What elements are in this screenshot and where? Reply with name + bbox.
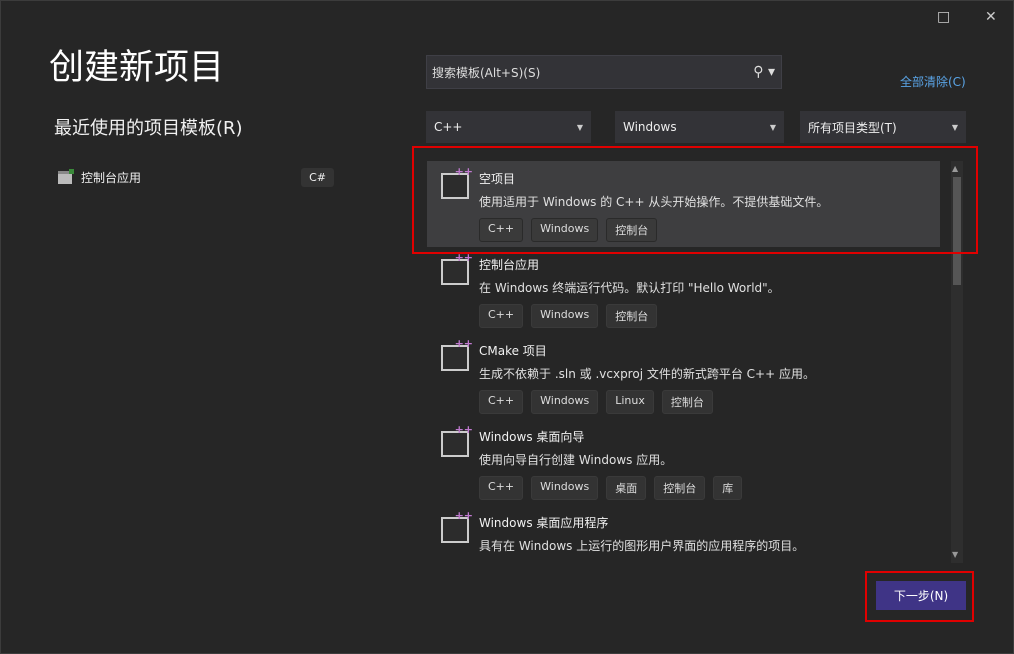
language-badge: C# — [301, 167, 334, 187]
console-app-icon — [58, 168, 74, 184]
template-icon — [441, 509, 473, 543]
template-name: 控制台应用 — [479, 258, 540, 272]
highlight-box-next-button — [865, 571, 974, 622]
tag: Linux — [606, 390, 654, 414]
template-name: Windows 桌面向导 — [479, 430, 585, 444]
chevron-down-icon: ▼ — [576, 122, 583, 132]
close-button[interactable]: ✕ — [985, 9, 997, 25]
template-item[interactable]: Windows 桌面应用程序 具有在 Windows 上运行的图形用户界面的应用… — [427, 505, 940, 563]
tag: Windows — [531, 476, 599, 500]
template-icon — [441, 337, 473, 371]
scroll-down-icon[interactable]: ▼ — [952, 550, 958, 559]
tag-list: C++ Windows Linux 控制台 — [479, 390, 940, 414]
clear-all-link[interactable]: 全部清除(C) — [900, 73, 966, 90]
recent-item-console-app[interactable]: 控制台应用 C# — [58, 167, 334, 187]
template-icon — [441, 423, 473, 457]
tag: C++ — [479, 390, 524, 414]
template-item[interactable]: Windows 桌面向导 使用向导自行创建 Windows 应用。 C++ Win… — [427, 419, 940, 505]
language-filter-value: C++ — [434, 120, 463, 134]
recent-item-label: 控制台应用 — [81, 170, 142, 185]
tag: 控制台 — [661, 390, 713, 414]
tag: Windows — [531, 304, 599, 328]
template-description: 在 Windows 终端运行代码。默认打印 "Hello World"。 — [479, 281, 780, 295]
template-name: Windows 桌面应用程序 — [479, 516, 609, 530]
template-description: 具有在 Windows 上运行的图形用户界面的应用程序的项目。 — [479, 539, 805, 553]
template-item[interactable]: CMake 项目 生成不依赖于 .sln 或 .vcxproj 文件的新式跨平台… — [427, 333, 940, 419]
tag: 库 — [713, 476, 743, 500]
tag-list: C++ Windows 桌面 控制台库 — [479, 476, 940, 500]
highlight-box-selected-template — [412, 146, 978, 254]
search-input[interactable]: 搜索模板(Alt+S)(S) ⚲ ▾ — [426, 55, 782, 89]
template-name: CMake 项目 — [479, 344, 547, 358]
platform-filter-value: Windows — [623, 120, 677, 134]
tag: 控制台 — [654, 476, 706, 500]
project-type-filter-dropdown[interactable]: 所有项目类型(T) ▼ — [800, 111, 966, 143]
chevron-down-icon: ▼ — [769, 122, 776, 132]
tag: C++ — [479, 304, 524, 328]
language-filter-dropdown[interactable]: C++ ▼ — [426, 111, 591, 143]
tag: 控制台 — [606, 304, 658, 328]
template-item[interactable]: 控制台应用 在 Windows 终端运行代码。默认打印 "Hello World… — [427, 247, 940, 333]
search-placeholder: 搜索模板(Alt+S)(S) — [432, 65, 541, 80]
page-title: 创建新项目 — [49, 48, 225, 88]
template-description: 生成不依赖于 .sln 或 .vcxproj 文件的新式跨平台 C++ 应用。 — [479, 367, 815, 381]
project-type-filter-value: 所有项目类型(T) — [808, 120, 897, 135]
tag: Windows — [531, 390, 599, 414]
tag: C++ — [479, 476, 524, 500]
recent-templates-heading: 最近使用的项目模板(R) — [54, 118, 243, 139]
maximize-button[interactable]: □ — [937, 9, 950, 25]
platform-filter-dropdown[interactable]: Windows ▼ — [615, 111, 784, 143]
tag: 桌面 — [606, 476, 647, 500]
template-icon — [441, 251, 473, 285]
chevron-down-icon: ▼ — [951, 122, 958, 132]
template-description: 使用向导自行创建 Windows 应用。 — [479, 453, 673, 467]
search-icon[interactable]: ⚲ ▾ — [753, 64, 775, 80]
tag-list: C++ Windows 控制台 — [479, 304, 940, 328]
